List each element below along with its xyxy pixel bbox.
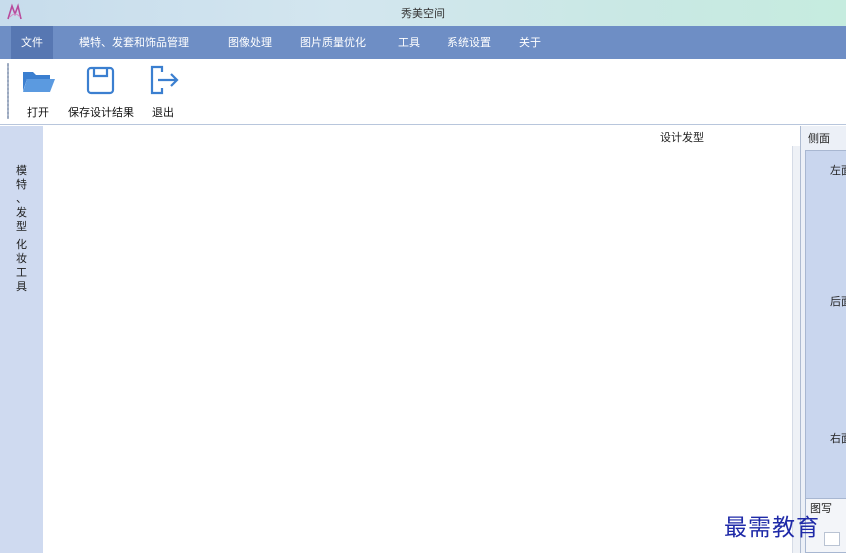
exit-icon	[150, 65, 179, 95]
save-button[interactable]: 保存设计结果	[64, 59, 138, 125]
design-canvas[interactable]: 设计发型	[43, 126, 800, 553]
menu-about[interactable]: 关于	[509, 26, 551, 59]
toolbar: 打开 保存设计结果 退出	[0, 59, 846, 125]
open-label: 打开	[27, 106, 49, 119]
open-button[interactable]: 打开	[18, 59, 58, 125]
view-panel: 侧面 左面 后面 右面 图写	[800, 126, 846, 553]
watermark-text: 最需教育	[724, 515, 820, 541]
menu-model-hairpiece-accessory[interactable]: 模特、发套和饰品管理	[69, 26, 199, 59]
folder-open-icon	[23, 72, 55, 92]
tab-char: 、	[16, 192, 27, 205]
save-icon	[86, 66, 115, 95]
tab-char: 具	[16, 280, 27, 293]
menu-image-processing[interactable]: 图像处理	[218, 26, 282, 59]
tab-char: 发	[16, 206, 27, 219]
view-panel-header: 侧面	[808, 132, 830, 145]
tab-char: 特	[16, 178, 27, 191]
tab-char: 工	[16, 266, 27, 279]
exit-button[interactable]: 退出	[145, 59, 181, 125]
menu-system-settings[interactable]: 系统设置	[437, 26, 501, 59]
tab-model-hairstyle-makeup-tools[interactable]: 模 特 、 发 型 化 妆 工 具	[0, 164, 43, 294]
exit-label: 退出	[152, 106, 174, 119]
tab-char: 模	[16, 164, 27, 177]
view-list: 左面 后面 右面	[805, 150, 846, 510]
canvas-title: 设计发型	[660, 131, 704, 144]
save-label: 保存设计结果	[68, 106, 134, 119]
tab-char: 型	[16, 220, 27, 233]
tab-char: 化	[16, 238, 27, 251]
tab-char: 妆	[16, 252, 27, 265]
left-panel-strip: 模 特 、 发 型 化 妆 工 具	[0, 126, 43, 553]
view-back[interactable]: 后面	[830, 293, 846, 309]
menu-tools[interactable]: 工具	[388, 26, 430, 59]
image-icon[interactable]	[824, 532, 840, 546]
toolbar-grip[interactable]	[7, 63, 9, 119]
view-left[interactable]: 左面	[830, 162, 846, 178]
canvas-scrollbar[interactable]	[792, 146, 800, 553]
menu-image-quality[interactable]: 图片质量优化	[290, 26, 376, 59]
window-title: 秀美空间	[401, 7, 445, 20]
menu-file[interactable]: 文件	[11, 26, 53, 59]
view-right[interactable]: 右面	[830, 430, 846, 446]
title-bar: 秀美空间	[0, 0, 846, 26]
menu-bar: 文件 模特、发套和饰品管理 图像处理 图片质量优化 工具 系统设置 关于	[0, 26, 846, 59]
